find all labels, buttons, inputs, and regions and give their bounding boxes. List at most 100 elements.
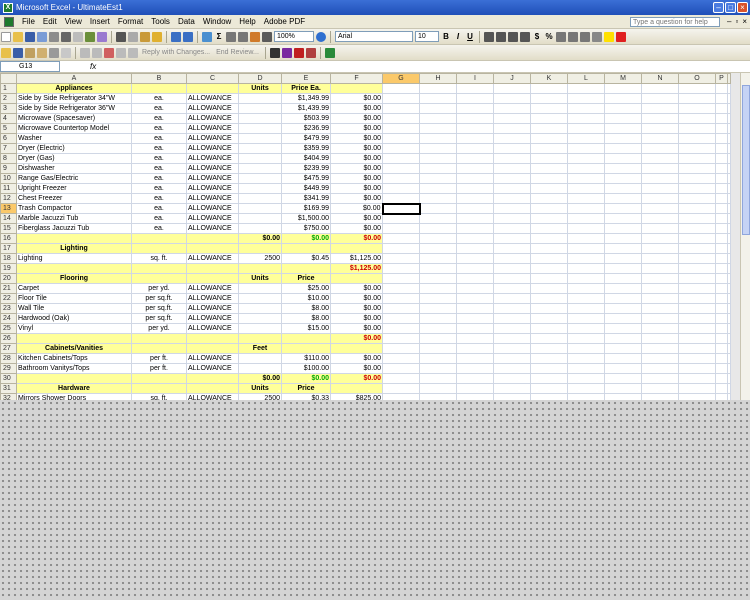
column-header-i[interactable]: I (456, 73, 494, 84)
cell-empty[interactable] (456, 343, 494, 354)
row-header[interactable]: 17 (0, 243, 17, 254)
cell-empty[interactable] (641, 213, 679, 224)
cell-empty[interactable] (530, 83, 568, 94)
cell-empty[interactable] (419, 303, 457, 314)
cell-empty[interactable] (419, 223, 457, 234)
cell-a15[interactable]: Fiberglass Jacuzzi Tub (16, 223, 132, 234)
ask-question-input[interactable]: Type a question for help (630, 17, 720, 27)
cell-f8[interactable]: $0.00 (330, 153, 383, 164)
cell-a14[interactable]: Marble Jacuzzi Tub (16, 213, 132, 224)
cell-c14[interactable]: ALLOWANCE (186, 213, 239, 224)
cell-empty[interactable] (456, 313, 494, 324)
cell-a2[interactable]: Side by Side Refrigerator 34"W (16, 93, 132, 104)
cell-e10[interactable]: $475.99 (281, 173, 331, 184)
row-header[interactable]: 13 (0, 203, 17, 214)
cell-empty[interactable] (604, 203, 642, 214)
name-box[interactable]: G13 (0, 61, 60, 72)
row-header[interactable]: 29 (0, 363, 17, 374)
cell-empty[interactable] (530, 203, 568, 214)
workbook-icon[interactable] (4, 16, 14, 27)
row-header[interactable]: 8 (0, 153, 17, 164)
cell-d6[interactable] (238, 133, 282, 144)
show-comments-icon[interactable] (49, 47, 59, 58)
cell-empty[interactable] (456, 193, 494, 204)
cell-empty[interactable] (382, 193, 420, 204)
cell-c27[interactable] (186, 343, 239, 354)
pdf-email-icon[interactable] (293, 47, 304, 58)
cell-empty[interactable] (604, 273, 642, 284)
cell-empty[interactable] (604, 283, 642, 294)
cell-c28[interactable]: ALLOWANCE (186, 353, 239, 364)
cell-empty[interactable] (419, 193, 457, 204)
cell-empty[interactable] (382, 283, 420, 294)
cell-empty[interactable] (530, 133, 568, 144)
row-header[interactable]: 11 (0, 183, 17, 194)
cell-c17[interactable] (186, 243, 239, 254)
cell-empty[interactable] (382, 363, 420, 374)
column-header-g[interactable]: G (382, 73, 420, 84)
column-header-n[interactable]: N (641, 73, 679, 84)
cell-a17[interactable]: Lighting (16, 243, 132, 254)
cell-d10[interactable] (238, 173, 282, 184)
row-header[interactable]: 7 (0, 143, 17, 154)
cell-e9[interactable]: $239.99 (281, 163, 331, 174)
cell-b2[interactable]: ea. (131, 93, 187, 104)
cell-empty[interactable] (530, 233, 568, 244)
cell-empty[interactable] (715, 163, 728, 174)
cell-empty[interactable] (604, 303, 642, 314)
row-header[interactable]: 23 (0, 303, 17, 314)
previous-comment-icon[interactable] (80, 47, 90, 58)
cell-empty[interactable] (641, 123, 679, 134)
cell-e5[interactable]: $236.99 (281, 123, 331, 134)
cell-empty[interactable] (382, 373, 420, 384)
cell-empty[interactable] (530, 243, 568, 254)
cell-empty[interactable] (493, 333, 531, 344)
cell-e12[interactable]: $341.99 (281, 193, 331, 204)
cell-empty[interactable] (530, 293, 568, 304)
cell-a11[interactable]: Upright Freezer (16, 183, 132, 194)
cell-b17[interactable] (131, 243, 187, 254)
print-preview-icon[interactable] (73, 31, 83, 42)
cell-c3[interactable]: ALLOWANCE (186, 103, 239, 114)
cell-empty[interactable] (493, 123, 531, 134)
cell-empty[interactable] (567, 193, 605, 204)
cell-c23[interactable]: ALLOWANCE (186, 303, 239, 314)
cell-empty[interactable] (678, 83, 716, 94)
cell-e18[interactable]: $0.45 (281, 253, 331, 264)
cell-empty[interactable] (456, 303, 494, 314)
cell-b22[interactable]: per sq.ft. (131, 293, 187, 304)
cell-empty[interactable] (530, 323, 568, 334)
cell-c1[interactable] (186, 83, 239, 94)
cell-f21[interactable]: $0.00 (330, 283, 383, 294)
cell-d1[interactable]: Units (238, 83, 282, 94)
cell-empty[interactable] (419, 253, 457, 264)
folder-icon[interactable] (1, 47, 11, 58)
cell-empty[interactable] (641, 383, 679, 394)
cell-a12[interactable]: Chest Freezer (16, 193, 132, 204)
cell-empty[interactable] (456, 103, 494, 114)
cell-empty[interactable] (530, 193, 568, 204)
cell-a28[interactable]: Kitchen Cabinets/Tops (16, 353, 132, 364)
column-header-p[interactable]: P (715, 73, 728, 84)
cell-d15[interactable] (238, 223, 282, 234)
row-header[interactable]: 18 (0, 253, 17, 264)
cell-empty[interactable] (678, 143, 716, 154)
cell-empty[interactable] (419, 283, 457, 294)
cell-empty[interactable] (493, 273, 531, 284)
cell-e31[interactable]: Price (281, 383, 331, 394)
row-header[interactable]: 22 (0, 293, 17, 304)
cell-c5[interactable]: ALLOWANCE (186, 123, 239, 134)
cell-empty[interactable] (678, 253, 716, 264)
cell-empty[interactable] (641, 243, 679, 254)
cell-empty[interactable] (419, 173, 457, 184)
cell-b31[interactable] (131, 383, 187, 394)
zoom-select[interactable]: 100% (274, 31, 314, 42)
cell-a7[interactable]: Dryer (Electric) (16, 143, 132, 154)
cell-empty[interactable] (715, 213, 728, 224)
cell-d24[interactable] (238, 313, 282, 324)
cell-empty[interactable] (567, 333, 605, 344)
cell-empty[interactable] (715, 193, 728, 204)
cell-empty[interactable] (715, 93, 728, 104)
cell-empty[interactable] (530, 213, 568, 224)
cell-d5[interactable] (238, 123, 282, 134)
